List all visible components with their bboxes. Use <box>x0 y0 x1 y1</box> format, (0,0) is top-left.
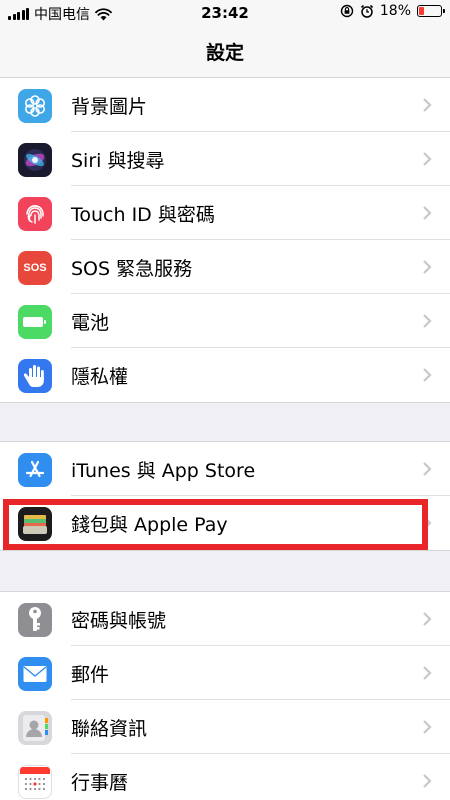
settings-group-1: 背景圖片 Siri 與搜尋 Touch ID 與密碼 SOS SOS 緊急服務 … <box>0 77 450 403</box>
settings-item-wallpaper[interactable]: 背景圖片 <box>0 78 450 132</box>
wallpaper-icon <box>18 89 52 123</box>
settings-item-emergency-sos[interactable]: SOS SOS 緊急服務 <box>0 240 450 294</box>
chevron-right-icon <box>423 152 432 166</box>
chevron-right-icon <box>423 314 432 328</box>
settings-item-label: 隱私權 <box>71 366 129 388</box>
settings-item-label: 電池 <box>71 312 110 334</box>
settings-item-passwords-accounts[interactable]: 密碼與帳號 <box>0 592 450 646</box>
settings-item-label: 聯絡資訊 <box>71 718 148 740</box>
chevron-right-icon <box>423 260 432 274</box>
hand-icon <box>18 359 52 393</box>
chevron-right-icon <box>423 462 432 476</box>
highlight-box <box>3 499 428 550</box>
settings-item-itunes-app-store[interactable]: iTunes 與 App Store <box>0 442 450 496</box>
chevron-right-icon <box>423 666 432 680</box>
settings-item-label: 背景圖片 <box>71 96 148 118</box>
settings-item-label: SOS 緊急服務 <box>71 258 193 280</box>
settings-item-mail[interactable]: 郵件 <box>0 646 450 700</box>
battery-icon <box>417 5 445 17</box>
chevron-right-icon <box>423 720 432 734</box>
key-icon <box>18 603 52 637</box>
settings-item-siri[interactable]: Siri 與搜尋 <box>0 132 450 186</box>
siri-icon <box>18 143 52 177</box>
app-store-icon <box>18 453 52 487</box>
chevron-right-icon <box>423 206 432 220</box>
settings-item-battery[interactable]: 電池 <box>0 294 450 348</box>
page-title: 設定 <box>205 42 244 64</box>
settings-item-label: Touch ID 與密碼 <box>71 204 215 226</box>
navigation-bar: 設定 <box>0 26 450 78</box>
chevron-right-icon <box>423 368 432 382</box>
settings-item-label: 行事曆 <box>71 772 129 794</box>
chevron-right-icon <box>423 612 432 626</box>
orientation-lock-icon <box>340 4 354 18</box>
battery-percent: 18% <box>379 3 411 19</box>
status-right: 18% <box>340 3 445 19</box>
settings-item-label: 郵件 <box>71 664 110 686</box>
settings-item-label: Siri 與搜尋 <box>71 150 165 172</box>
status-bar: 中国电信 23:42 18% <box>0 0 450 26</box>
battery-icon <box>18 305 52 339</box>
settings-item-privacy[interactable]: 隱私權 <box>0 348 450 402</box>
chevron-right-icon <box>423 98 432 112</box>
mail-icon <box>18 657 52 691</box>
alarm-icon <box>360 4 373 18</box>
contacts-icon <box>18 711 52 745</box>
settings-item-contacts[interactable]: 聯絡資訊 <box>0 700 450 754</box>
calendar-icon <box>18 765 52 799</box>
sos-icon: SOS <box>18 251 52 285</box>
fingerprint-icon <box>18 197 52 231</box>
settings-item-calendar[interactable]: 行事曆 <box>0 754 450 800</box>
settings-item-label: iTunes 與 App Store <box>71 460 256 482</box>
settings-item-touch-id[interactable]: Touch ID 與密碼 <box>0 186 450 240</box>
settings-group-3: 密碼與帳號 郵件 聯絡資訊 行事曆 <box>0 591 450 800</box>
chevron-right-icon <box>423 774 432 788</box>
settings-item-label: 密碼與帳號 <box>71 610 167 632</box>
